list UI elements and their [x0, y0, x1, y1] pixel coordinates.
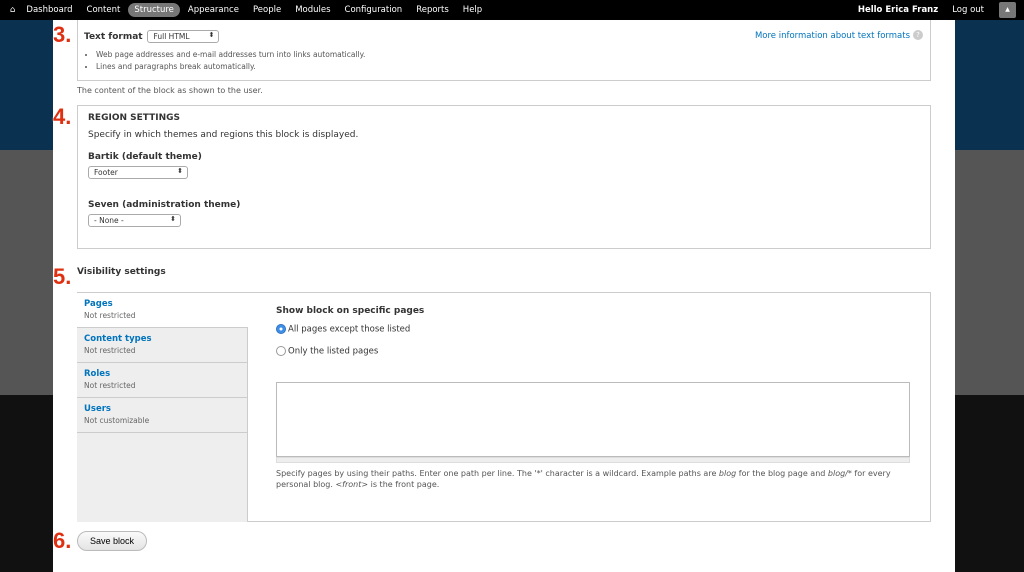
- toolbar-structure[interactable]: Structure: [128, 3, 180, 17]
- step-number: 4.: [53, 104, 72, 129]
- vtab-users[interactable]: Users Not customizable: [77, 398, 247, 433]
- bartik-region-select[interactable]: Footer: [88, 166, 188, 179]
- radio-label: All pages except those listed: [288, 324, 411, 335]
- visibility-title: Visibility settings: [77, 267, 166, 277]
- text-format-label: Text format: [84, 32, 143, 42]
- toolbar-appearance[interactable]: Appearance: [182, 3, 245, 17]
- format-tip: Web page addresses and e-mail addresses …: [96, 49, 365, 61]
- pages-help-text: Specify pages by using their paths. Ente…: [276, 469, 891, 489]
- vtab-title: Pages: [84, 299, 113, 309]
- toolbar-reports[interactable]: Reports: [410, 3, 455, 17]
- vtab-summary: Not restricted: [84, 346, 136, 355]
- region-description: Specify in which themes and regions this…: [88, 130, 359, 140]
- home-icon[interactable]: ⌂: [10, 5, 15, 15]
- vtab-title: Roles: [84, 369, 111, 379]
- region-settings-fieldset: REGION SETTINGS Specify in which themes …: [77, 105, 931, 249]
- pages-textarea[interactable]: [276, 382, 910, 457]
- vtab-title: Content types: [84, 334, 152, 344]
- radio-label: Only the listed pages: [288, 346, 379, 357]
- shortcuts-toggle-icon[interactable]: ▲: [999, 2, 1016, 18]
- toolbar-help[interactable]: Help: [457, 3, 488, 17]
- help-icon[interactable]: ?: [913, 30, 923, 40]
- vtab-summary: Not customizable: [84, 416, 150, 425]
- toolbar-dashboard[interactable]: Dashboard: [20, 3, 78, 17]
- radio-only-listed[interactable]: Only the listed pages: [276, 346, 378, 357]
- admin-toolbar: ⌂ Dashboard Content Structure Appearance…: [0, 0, 1024, 20]
- radio-all-except[interactable]: All pages except those listed: [276, 324, 410, 335]
- vtab-summary: Not restricted: [84, 381, 136, 390]
- body-description: The content of the block as shown to the…: [77, 86, 263, 95]
- radio-icon[interactable]: [276, 346, 286, 356]
- step-number: 3.: [53, 22, 72, 47]
- textarea-grippie[interactable]: [276, 457, 910, 463]
- format-tip: Lines and paragraphs break automatically…: [96, 61, 365, 73]
- toolbar-people[interactable]: People: [247, 3, 287, 17]
- vtab-content-types[interactable]: Content types Not restricted: [77, 328, 247, 363]
- text-format-select[interactable]: Full HTML: [147, 30, 220, 43]
- vtab-title: Users: [84, 404, 111, 414]
- vtab-pages[interactable]: Pages Not restricted: [77, 293, 248, 328]
- bartik-label: Bartik (default theme): [88, 152, 202, 162]
- toolbar-configuration[interactable]: Configuration: [339, 3, 409, 17]
- text-format-box: Text format Full HTML More information a…: [77, 20, 931, 81]
- seven-region-select[interactable]: - None -: [88, 214, 181, 227]
- vtab-summary: Not restricted: [84, 311, 136, 320]
- toolbar-modules[interactable]: Modules: [289, 3, 336, 17]
- vertical-tabs: Pages Not restricted Content types Not res…: [77, 293, 248, 522]
- radio-icon[interactable]: [276, 324, 286, 334]
- save-block-button[interactable]: Save block: [77, 531, 148, 551]
- step-number: 6.: [53, 528, 72, 553]
- text-format-help-link[interactable]: More information about text formats: [755, 31, 910, 41]
- user-greeting[interactable]: Hello Erica Franz: [852, 3, 944, 17]
- toolbar-content[interactable]: Content: [81, 3, 127, 17]
- seven-label: Seven (administration theme): [88, 200, 241, 210]
- logout-link[interactable]: Log out: [946, 3, 990, 17]
- vtab-roles[interactable]: Roles Not restricted: [77, 363, 247, 398]
- region-settings-title: REGION SETTINGS: [88, 113, 180, 123]
- step-number: 5.: [53, 264, 72, 289]
- pane-title: Show block on specific pages: [276, 306, 425, 316]
